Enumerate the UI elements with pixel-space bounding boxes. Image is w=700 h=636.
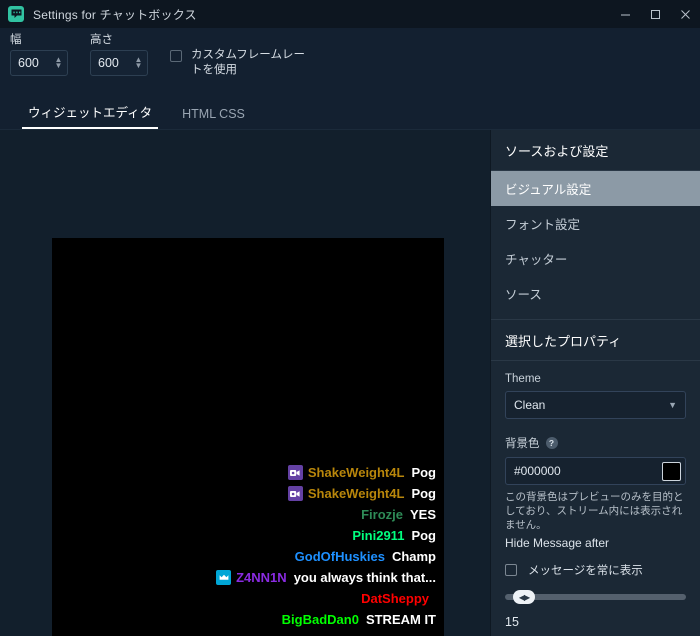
chat-message-text: Champ — [391, 549, 436, 564]
width-stepper[interactable]: 600 ▲ ▼ — [10, 50, 68, 76]
settings-window: Settings for チャットボックス 幅 600 ▲ ▼ 高さ 600 ▲… — [0, 0, 700, 636]
minimize-button[interactable] — [610, 0, 640, 28]
width-spin-arrows[interactable]: ▲ ▼ — [52, 56, 65, 70]
chat-preview-canvas[interactable]: ShakeWeight4L Pog ShakeWeight4L Pog Firo… — [52, 238, 444, 636]
editor-body: ShakeWeight4L Pog ShakeWeight4L Pog Firo… — [0, 130, 700, 636]
chat-username: ShakeWeight4L — [307, 486, 405, 501]
maximize-button[interactable] — [640, 0, 670, 28]
height-value: 600 — [98, 56, 119, 70]
chat-message-list: ShakeWeight4L Pog ShakeWeight4L Pog Firo… — [52, 462, 436, 630]
custom-framerate-row[interactable]: カスタムフレームレートを使用 — [170, 48, 309, 78]
always-show-checkbox[interactable] — [505, 564, 517, 576]
chat-username: Z4NN1N — [236, 570, 287, 585]
prime-badge-icon — [216, 570, 232, 585]
chat-username: ShakeWeight4L — [307, 465, 405, 480]
chat-message-text: Pog — [411, 465, 436, 480]
chat-message-text: STREAM IT — [365, 612, 436, 627]
list-item: Z4NN1N you always think that... — [52, 567, 436, 588]
always-show-label: メッセージを常に表示 — [528, 565, 643, 577]
list-item: ShakeWeight4L Pog — [52, 462, 436, 483]
background-color-label-text: 背景色 — [505, 438, 540, 450]
background-color-field[interactable]: #000000 — [505, 457, 686, 485]
list-item: BigBadDan0 STREAM IT — [52, 609, 436, 630]
title-bar: Settings for チャットボックス — [0, 0, 700, 28]
sidebar-header: ソースおよび設定 — [491, 130, 700, 171]
list-item: DatSheppy — [52, 588, 436, 609]
window-controls — [610, 0, 700, 28]
sidebar-item-font-settings[interactable]: フォント設定 — [491, 206, 700, 241]
hide-after-slider[interactable]: ◀▶ — [505, 590, 686, 604]
theme-label-text: Theme — [505, 373, 541, 385]
chat-message-text: Pog — [411, 528, 436, 543]
sidebar-item-chatter[interactable]: チャッター — [491, 241, 700, 276]
help-icon[interactable]: ? — [545, 437, 558, 449]
list-item: Pini2911 Pog — [52, 525, 436, 546]
theme-selected-value: Clean — [514, 398, 546, 412]
chat-message-text: YES — [409, 507, 436, 522]
background-color-label: 背景色 ? — [505, 435, 686, 451]
theme-select[interactable]: Clean ▼ — [505, 391, 686, 419]
chevron-down-icon[interactable]: ▼ — [668, 400, 677, 410]
height-spin-arrows[interactable]: ▲ ▼ — [132, 56, 145, 70]
slider-thumb[interactable]: ◀▶ — [513, 590, 535, 604]
custom-framerate-checkbox[interactable] — [170, 50, 182, 62]
selected-properties-header: 選択したプロパティ — [491, 319, 700, 361]
always-show-row[interactable]: メッセージを常に表示 — [505, 562, 686, 578]
editor-tabs: ウィジェットエディタ HTML CSS — [0, 96, 700, 130]
height-field: 高さ 600 ▲ ▼ — [90, 34, 148, 76]
properties-body: Theme Clean ▼ 背景色 ? #000000 この背景色はプレビューの… — [491, 361, 700, 629]
height-stepper[interactable]: 600 ▲ ▼ — [90, 50, 148, 76]
hide-message-after-label: Hide Message after — [505, 536, 610, 550]
window-title: Settings for チャットボックス — [33, 7, 197, 22]
chat-bubble-icon — [8, 6, 24, 22]
chat-message-text: Pog — [411, 486, 436, 501]
preview-pane: ShakeWeight4L Pog ShakeWeight4L Pog Firo… — [0, 130, 490, 636]
broadcaster-badge-icon — [287, 486, 303, 501]
slider-value: 15 — [505, 615, 519, 629]
chevron-down-icon[interactable]: ▼ — [55, 62, 63, 70]
chat-username: GodOfHuskies — [294, 549, 385, 564]
width-label: 幅 — [10, 34, 22, 46]
broadcaster-badge-icon — [287, 465, 303, 480]
chat-username: DatSheppy — [361, 591, 429, 606]
chat-username: Pini2911 — [352, 528, 405, 543]
chat-username: Firozje — [361, 507, 403, 522]
width-field: 幅 600 ▲ ▼ — [10, 34, 68, 76]
chat-message-text: you always think that... — [293, 570, 436, 585]
tab-html-css[interactable]: HTML CSS — [176, 107, 251, 129]
sidebar-item-source[interactable]: ソース — [491, 276, 700, 311]
chat-username: BigBadDan0 — [281, 612, 359, 627]
close-button[interactable] — [670, 0, 700, 28]
theme-label: Theme — [505, 373, 686, 385]
sidebar-item-visual-settings[interactable]: ビジュアル設定 — [491, 171, 700, 206]
background-color-hint: この背景色はプレビューのみを目的としており、ストリーム内には表示されません。 — [505, 491, 684, 531]
tab-widget-editor[interactable]: ウィジェットエディタ — [22, 102, 159, 129]
background-color-value: #000000 — [514, 464, 561, 478]
size-toolbar: 幅 600 ▲ ▼ 高さ 600 ▲ ▼ カスタムフレームレートを使用 — [0, 28, 700, 96]
settings-sidebar: ソースおよび設定 ビジュアル設定 フォント設定 チャッター ソース 選択したプロ… — [490, 130, 700, 636]
custom-framerate-label: カスタムフレームレートを使用 — [191, 49, 305, 76]
list-item: ShakeWeight4L Pog — [52, 483, 436, 504]
list-item: Firozje YES — [52, 504, 436, 525]
color-swatch[interactable] — [662, 461, 681, 481]
height-label: 高さ — [90, 34, 113, 46]
width-value: 600 — [18, 56, 39, 70]
list-item: GodOfHuskies Champ — [52, 546, 436, 567]
chevron-down-icon[interactable]: ▼ — [135, 62, 143, 70]
